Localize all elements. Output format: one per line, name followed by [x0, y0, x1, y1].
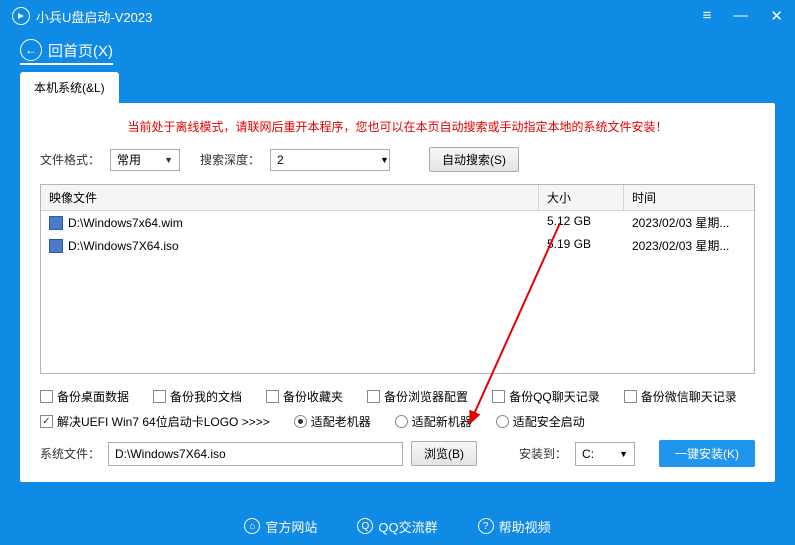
checkbox-backup-desktop[interactable]: 备份桌面数据 [40, 388, 129, 405]
file-icon [49, 239, 63, 253]
titlebar: 小兵U盘启动-V2023 ≡ — ✕ [0, 0, 795, 32]
offline-warning: 当前处于离线模式，请联网后重开本程序，您也可以在本页自动搜索或手动指定本地的系统… [40, 118, 755, 135]
qq-icon: Q [357, 518, 373, 534]
install-drive-select[interactable]: C:▼ [575, 442, 635, 466]
browse-button[interactable]: 浏览(B) [411, 441, 477, 466]
navbar: ← 回首页(X) [0, 32, 795, 72]
auto-search-button[interactable]: 自动搜索(S) [429, 147, 519, 172]
footer-help-video[interactable]: ?帮助视频 [478, 517, 551, 536]
footer-qq-group[interactable]: QQQ交流群 [357, 517, 437, 536]
footer-official-site[interactable]: ⌂官方网站 [244, 517, 317, 536]
system-file-input[interactable] [108, 442, 403, 466]
system-file-label: 系统文件： [40, 445, 100, 462]
checkbox-uefi-fix[interactable]: 解决UEFI Win7 64位启动卡LOGO >>>> [40, 413, 270, 430]
checkbox-backup-browser[interactable]: 备份浏览器配置 [367, 388, 468, 405]
table-row[interactable]: D:\Windows7X64.iso 5.19 GB 2023/02/03 星期… [41, 234, 754, 257]
back-home-button[interactable]: ← 回首页(X) [20, 39, 113, 65]
back-home-label: 回首页(X) [48, 40, 113, 61]
tab-local-system[interactable]: 本机系统(&L) [20, 72, 119, 103]
search-depth-label: 搜索深度： [200, 151, 260, 168]
help-icon: ? [478, 518, 494, 534]
main-panel: 当前处于离线模式，请联网后重开本程序，您也可以在本页自动搜索或手动指定本地的系统… [20, 103, 775, 482]
back-arrow-icon: ← [20, 39, 42, 61]
home-icon: ⌂ [244, 518, 260, 534]
image-file-table: 映像文件 大小 时间 D:\Windows7x64.wim 5.12 GB 20… [40, 184, 755, 374]
footer: ⌂官方网站 QQQ交流群 ?帮助视频 [0, 507, 795, 545]
close-button[interactable]: ✕ [770, 7, 783, 25]
radio-secure-boot[interactable]: 适配安全启动 [496, 413, 585, 430]
file-format-label: 文件格式： [40, 151, 100, 168]
menu-icon[interactable]: ≡ [703, 7, 712, 25]
radio-new-machine[interactable]: 适配新机器 [395, 413, 472, 430]
app-title: 小兵U盘启动-V2023 [36, 7, 152, 26]
checkbox-backup-wx[interactable]: 备份微信聊天记录 [624, 388, 737, 405]
install-to-label: 安装到： [519, 445, 567, 462]
minimize-button[interactable]: — [733, 7, 748, 25]
checkbox-backup-qq[interactable]: 备份QQ聊天记录 [492, 388, 600, 405]
table-row[interactable]: D:\Windows7x64.wim 5.12 GB 2023/02/03 星期… [41, 211, 754, 234]
radio-old-machine[interactable]: 适配老机器 [294, 413, 371, 430]
search-depth-input[interactable] [270, 149, 390, 171]
file-icon [49, 216, 63, 230]
col-header-time[interactable]: 时间 [624, 185, 754, 210]
checkbox-backup-docs[interactable]: 备份我的文档 [153, 388, 242, 405]
col-header-size[interactable]: 大小 [539, 185, 624, 210]
file-format-select[interactable]: 常用▼ [110, 149, 180, 171]
col-header-file[interactable]: 映像文件 [41, 185, 539, 210]
checkbox-backup-fav[interactable]: 备份收藏夹 [266, 388, 343, 405]
one-key-install-button[interactable]: 一键安装(K) [659, 440, 755, 467]
app-logo-icon [12, 7, 30, 25]
